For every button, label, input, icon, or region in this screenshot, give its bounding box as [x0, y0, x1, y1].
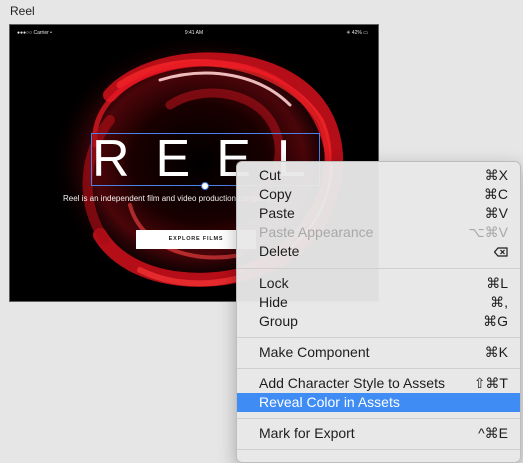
menu-item-shortcut: ⇧⌘T	[473, 375, 508, 391]
menu-item-shortcut: ⌘V	[484, 205, 508, 221]
menu-item-label: Paste Appearance	[259, 224, 374, 240]
menu-item-shortcut: ⌘L	[486, 275, 508, 291]
device-status-bar: ●●●○○ Carrier • 9:41 AM ✳ 42% ▭	[10, 25, 378, 39]
artboard-label[interactable]: Reel	[10, 4, 35, 18]
menu-item-label: Delete	[259, 243, 300, 259]
menu-item-delete[interactable]: Delete	[237, 242, 520, 261]
battery-indicator: ✳ 42% ▭	[346, 30, 368, 36]
menu-item-copy[interactable]: Copy ⌘C	[237, 185, 520, 204]
menu-item-shortcut: ⌘K	[484, 344, 508, 360]
menu-item-label: Paste	[259, 205, 295, 221]
selection-resize-handle[interactable]	[201, 182, 209, 190]
menu-item-make-component[interactable]: Make Component ⌘K	[237, 343, 520, 362]
menu-item-label: Cut	[259, 167, 281, 183]
menu-item-shortcut: ⌘X	[484, 167, 508, 183]
menu-item-label: Reveal Color in Assets	[259, 394, 400, 410]
menu-separator	[237, 268, 520, 269]
menu-item-shortcut: ⌘G	[483, 313, 508, 329]
menu-item-mark-for-export[interactable]: Mark for Export ^⌘E	[237, 424, 520, 443]
delete-key-icon	[494, 247, 508, 257]
menu-item-add-character-style[interactable]: Add Character Style to Assets ⇧⌘T	[237, 374, 520, 393]
menu-item-shortcut: ⌥⌘V	[468, 224, 508, 240]
menu-item-label: Group	[259, 313, 298, 329]
menu-separator	[237, 337, 520, 338]
menu-item-cut[interactable]: Cut ⌘X	[237, 166, 520, 185]
context-menu: Cut ⌘X Copy ⌘C Paste ⌘V Paste Appearance…	[236, 161, 521, 463]
menu-item-paste[interactable]: Paste ⌘V	[237, 204, 520, 223]
menu-item-shortcut: ^⌘E	[478, 425, 508, 441]
menu-item-shortcut	[494, 242, 508, 261]
menu-item-shortcut: ⌘C	[483, 186, 508, 202]
menu-item-group[interactable]: Group ⌘G	[237, 312, 520, 331]
menu-item-paste-appearance: Paste Appearance ⌥⌘V	[237, 223, 520, 242]
menu-separator	[237, 368, 520, 369]
status-time: 9:41 AM	[184, 30, 204, 36]
menu-item-label: Hide	[259, 294, 288, 310]
menu-item-reveal-color[interactable]: Reveal Color in Assets	[237, 393, 520, 412]
menu-item-lock[interactable]: Lock ⌘L	[237, 274, 520, 293]
menu-separator	[237, 418, 520, 419]
menu-item-shortcut: ⌘,	[490, 294, 508, 310]
menu-item-label: Lock	[259, 275, 289, 291]
menu-item-hide[interactable]: Hide ⌘,	[237, 293, 520, 312]
menu-item-label: Add Character Style to Assets	[259, 375, 445, 391]
menu-item-label: Make Component	[259, 344, 370, 360]
menu-item-label: Mark for Export	[259, 425, 355, 441]
menu-item-label: Copy	[259, 186, 292, 202]
